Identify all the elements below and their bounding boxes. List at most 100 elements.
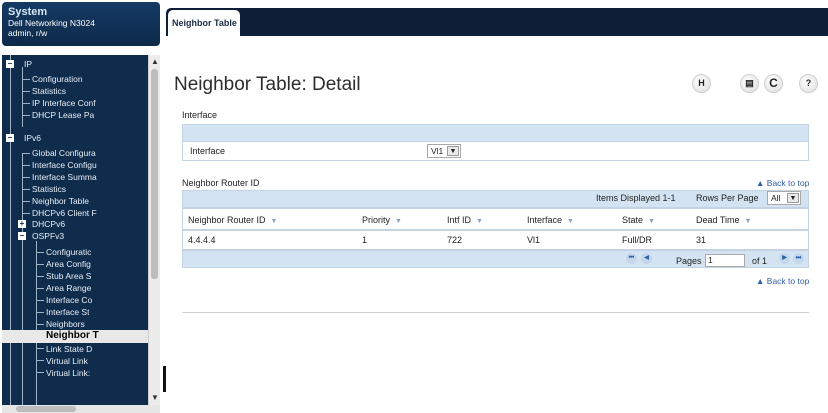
left-navigation-panel: System Dell Networking N3024 admin, r/w …	[0, 0, 162, 413]
system-info-box: System Dell Networking N3024 admin, r/w	[2, 2, 160, 46]
previous-page-icon[interactable]: ◀	[641, 253, 652, 264]
tree-line	[36, 288, 44, 289]
chevron-down-icon: ▼	[447, 146, 459, 156]
column-header-state[interactable]: State ▼	[622, 215, 655, 225]
help-icon[interactable]: ?	[799, 74, 818, 93]
nav-item-ipv6-statistics[interactable]: Statistics	[32, 183, 66, 195]
tree-line	[36, 252, 44, 253]
expand-icon[interactable]: +	[18, 220, 26, 228]
nav-item-neighbor-table[interactable]: Neighbor Table	[32, 195, 89, 207]
nav-item-interface-config-ospf[interactable]: Interface Co	[46, 294, 92, 306]
nav-item-ip[interactable]: IP	[24, 58, 32, 70]
tree-line	[36, 312, 44, 313]
tree-line	[22, 103, 30, 104]
tree-line	[36, 324, 44, 325]
cell-priority: 1	[362, 235, 368, 245]
tree-line	[22, 213, 30, 214]
table-row	[182, 230, 809, 250]
tree-line	[22, 189, 30, 190]
tree-line	[22, 91, 30, 92]
column-header-dead-time[interactable]: Dead Time ▼	[696, 215, 751, 225]
back-to-top-link[interactable]: ▲ Back to top	[756, 178, 809, 188]
scroll-down-icon[interactable]: ▼	[150, 392, 160, 403]
next-page-icon[interactable]: ▶	[779, 253, 790, 264]
nav-item-dhcp-lease[interactable]: DHCP Lease Pa	[32, 109, 94, 121]
divider	[182, 312, 809, 313]
nav-item-interface-config[interactable]: Interface Configu	[32, 159, 97, 171]
nav-item-ipv6[interactable]: IPv6	[24, 132, 41, 144]
navigation-tree: − IP Configuration Statistics IP Interfa…	[2, 55, 148, 405]
tree-line	[36, 372, 44, 373]
column-label: State	[622, 215, 644, 225]
sort-icon: ▼	[744, 218, 752, 225]
nav-item-ip-configuration[interactable]: Configuration	[32, 73, 83, 85]
sort-icon: ▼	[567, 218, 574, 225]
nav-item-interface-summary[interactable]: Interface Summa	[32, 171, 97, 183]
rows-per-page-select[interactable]: All ▼	[767, 191, 801, 205]
nav-horizontal-scrollbar[interactable]	[2, 405, 160, 413]
device-name: Dell Networking N3024	[8, 18, 95, 28]
cell-intf-id: 722	[447, 235, 463, 245]
tree-line	[36, 276, 44, 277]
nav-item-virtual-link-2[interactable]: Virtual Link:	[46, 367, 90, 379]
nav-item-link-state-db[interactable]: Link State D	[46, 343, 92, 355]
collapse-icon[interactable]: −	[6, 60, 14, 68]
tree-line	[36, 348, 44, 349]
rows-per-page-label: Rows Per Page	[696, 193, 759, 203]
last-page-icon[interactable]: ⏭	[793, 253, 804, 264]
tab-neighbor-table[interactable]: Neighbor Table	[168, 10, 240, 36]
print-icon[interactable]: ▤	[740, 74, 759, 93]
scroll-up-icon[interactable]: ▲	[150, 56, 160, 67]
tree-line	[22, 153, 30, 154]
nav-item-dhcpv6[interactable]: DHCPv6	[32, 218, 65, 230]
sort-icon: ▼	[270, 218, 278, 225]
interface-row	[182, 141, 809, 161]
nav-item-virtual-link[interactable]: Virtual Link	[46, 355, 88, 367]
nav-item-ospfv3-configuration[interactable]: Configuratic	[46, 246, 91, 258]
system-title: System	[8, 6, 48, 18]
scroll-thumb[interactable]	[16, 406, 76, 412]
save-icon[interactable]: H	[692, 74, 711, 93]
nav-item-neighbors[interactable]: Neighbors	[46, 318, 85, 330]
scroll-thumb[interactable]	[151, 69, 158, 279]
nav-item-neighbor-table-selected[interactable]: Neighbor T	[2, 330, 148, 343]
nav-item-ip-statistics[interactable]: Statistics	[32, 85, 66, 97]
first-page-icon[interactable]: ⏮	[626, 253, 637, 264]
nav-item-global-config[interactable]: Global Configura	[32, 147, 96, 159]
column-label: Interface	[527, 215, 563, 225]
cell-state: Full/DR	[622, 235, 653, 245]
interface-select-value: Vl1	[431, 146, 444, 156]
refresh-icon[interactable]: C	[764, 74, 783, 93]
page-total: of 1	[752, 256, 768, 266]
column-header-interface[interactable]: Interface ▼	[527, 215, 574, 225]
tree-line	[36, 264, 44, 265]
collapse-icon[interactable]: −	[6, 134, 14, 142]
tree-line	[22, 177, 30, 178]
nav-vertical-scrollbar[interactable]: ▲ ▼	[148, 55, 160, 405]
column-label: Priority	[362, 215, 391, 225]
nav-item-stub-area[interactable]: Stub Area S	[46, 270, 91, 282]
nav-item-interface-stats-ospf[interactable]: Interface St	[46, 306, 89, 318]
column-label: Intf ID	[447, 215, 472, 225]
sort-icon: ▼	[476, 218, 483, 225]
column-label: Neighbor Router ID	[188, 215, 266, 225]
column-header-intf-id[interactable]: Intf ID ▼	[447, 215, 483, 225]
nav-item-area-range[interactable]: Area Range	[46, 282, 91, 294]
tree-line	[36, 360, 44, 361]
items-displayed: Items Displayed 1-1	[596, 193, 676, 203]
chevron-down-icon: ▼	[787, 193, 799, 203]
nav-item-ospfv3[interactable]: OSPFv3	[32, 230, 64, 242]
tree-line	[36, 241, 37, 405]
nav-item-ip-interface-conf[interactable]: IP Interface Conf	[32, 97, 96, 109]
collapse-icon[interactable]: −	[18, 232, 26, 240]
page-number-input[interactable]: 1	[705, 254, 745, 267]
back-to-top-link-bottom[interactable]: ▲ Back to top	[756, 276, 809, 286]
tree-line	[22, 165, 30, 166]
interface-label: Interface	[190, 146, 226, 156]
column-header-neighbor-router-id[interactable]: Neighbor Router ID ▼	[188, 215, 277, 225]
nav-item-area-config[interactable]: Area Config	[46, 258, 91, 270]
user-role: admin, r/w	[8, 28, 48, 38]
column-header-priority[interactable]: Priority ▼	[362, 215, 402, 225]
rows-per-page-value: All	[771, 193, 781, 203]
interface-select[interactable]: Vl1 ▼	[427, 144, 461, 158]
